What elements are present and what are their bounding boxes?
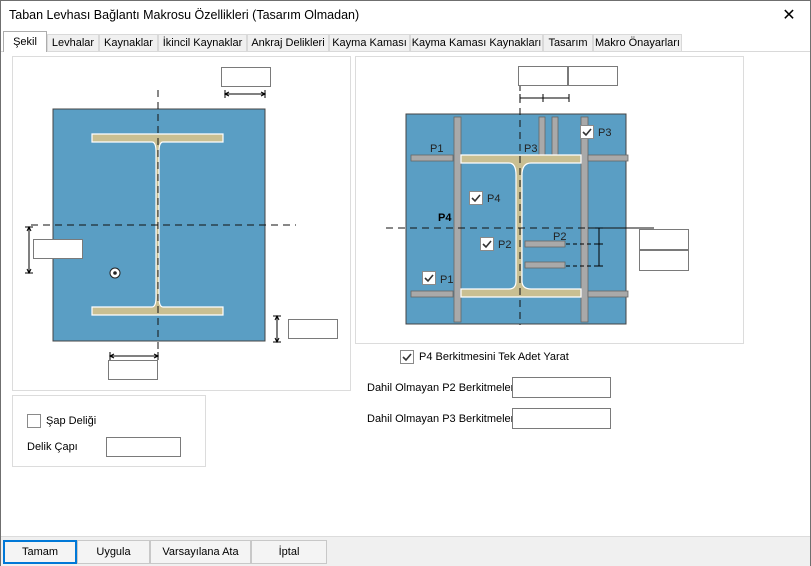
label-p1-top: P1 xyxy=(430,143,443,155)
close-icon[interactable]: ✕ xyxy=(772,1,806,31)
p4-single-checkbox[interactable] xyxy=(400,350,414,364)
label-p3-check: P3 xyxy=(598,127,611,139)
dim-top-field-2[interactable] xyxy=(568,66,618,86)
ok-button[interactable]: Tamam xyxy=(3,540,77,564)
label-p3-top: P3 xyxy=(524,143,537,155)
excluded-p3-label: Dahil Olmayan P3 Berkitmeleri xyxy=(367,413,517,425)
excluded-p2-label: Dahil Olmayan P2 Berkitmeleri xyxy=(367,382,517,394)
tab-tasarim[interactable]: Tasarım xyxy=(543,34,593,51)
sap-deligi-label: Şap Deliği xyxy=(46,415,97,427)
dim-left-icon xyxy=(25,225,33,275)
left-diagram xyxy=(25,90,296,360)
dim-bottom-icon xyxy=(108,352,160,360)
p4-checkbox[interactable] xyxy=(469,191,483,205)
dim-left-field[interactable] xyxy=(33,239,83,259)
dialog-window: Taban Levhası Bağlantı Makrosu Özellikle… xyxy=(0,0,811,566)
excluded-p2-input[interactable] xyxy=(512,377,611,398)
tab-makro-onayarlari[interactable]: Makro Önayarları xyxy=(593,34,682,51)
label-p1-check: P1 xyxy=(440,274,453,286)
right-diagram: P1 P3 P3 P4 P4 P2 P2 P1 xyxy=(386,84,654,325)
tab-content: P1 P3 P3 P4 P4 P2 P2 P1 P4 Berkitmesini … xyxy=(1,51,810,536)
apply-button[interactable]: Uygula xyxy=(77,540,150,564)
delik-capi-input[interactable] xyxy=(106,437,181,457)
tab-ankraj-delikleri[interactable]: Ankraj Delikleri xyxy=(247,34,329,51)
p1-checkbox[interactable] xyxy=(422,271,436,285)
defaults-button[interactable]: Varsayılana Ata xyxy=(150,540,251,564)
p4-single-label: P4 Berkitmesini Tek Adet Yarat xyxy=(419,351,569,363)
dim-right-field-2[interactable] xyxy=(639,250,689,271)
sap-deligi-checkbox[interactable] xyxy=(27,414,41,428)
label-p2-check: P2 xyxy=(498,239,511,251)
dim-bottom-right-field[interactable] xyxy=(288,319,338,339)
delik-capi-label: Delik Çapı xyxy=(27,441,78,453)
tab-kayma-kamasi[interactable]: Kayma Kaması xyxy=(329,34,410,51)
label-p4-check: P4 xyxy=(487,193,500,205)
p3-checkbox[interactable] xyxy=(580,125,594,139)
tab-levhalar[interactable]: Levhalar xyxy=(47,34,99,51)
label-p2-right: P2 xyxy=(553,231,566,243)
excluded-p3-input[interactable] xyxy=(512,408,611,429)
left-diagram-panel xyxy=(12,56,351,391)
tab-kaynaklar[interactable]: Kaynaklar xyxy=(99,34,158,51)
title-bar: Taban Levhası Bağlantı Makrosu Özellikle… xyxy=(1,1,810,31)
dim-bottom-field[interactable] xyxy=(108,360,158,380)
tab-sekil[interactable]: Şekil xyxy=(3,31,47,52)
tab-ikincil-kaynaklar[interactable]: İkincil Kaynaklar xyxy=(158,34,247,51)
dim-top-right-field[interactable] xyxy=(221,67,271,87)
tab-kayma-kamasi-kaynaklari[interactable]: Kayma Kaması Kaynakları xyxy=(410,34,543,51)
tab-bar: Şekil Levhalar Kaynaklar İkincil Kaynakl… xyxy=(1,31,810,52)
cancel-button[interactable]: İptal xyxy=(251,540,327,564)
button-bar: Tamam Uygula Varsayılana Ata İptal xyxy=(1,536,810,566)
dim-top-pair-icon xyxy=(519,94,570,102)
label-p4-axis: P4 xyxy=(438,212,452,224)
dim-right-field-1[interactable] xyxy=(639,229,689,250)
dim-top-field-1[interactable] xyxy=(518,66,568,86)
dim-top-right-icon xyxy=(223,90,267,98)
dim-bottom-right-icon xyxy=(273,314,281,344)
window-title: Taban Levhası Bağlantı Makrosu Özellikle… xyxy=(9,8,360,22)
right-diagram-panel: P1 P3 P3 P4 P4 P2 P2 P1 xyxy=(355,56,744,344)
sap-deligi-group: Şap Deliği Delik Çapı xyxy=(12,395,206,467)
p2-checkbox[interactable] xyxy=(480,237,494,251)
